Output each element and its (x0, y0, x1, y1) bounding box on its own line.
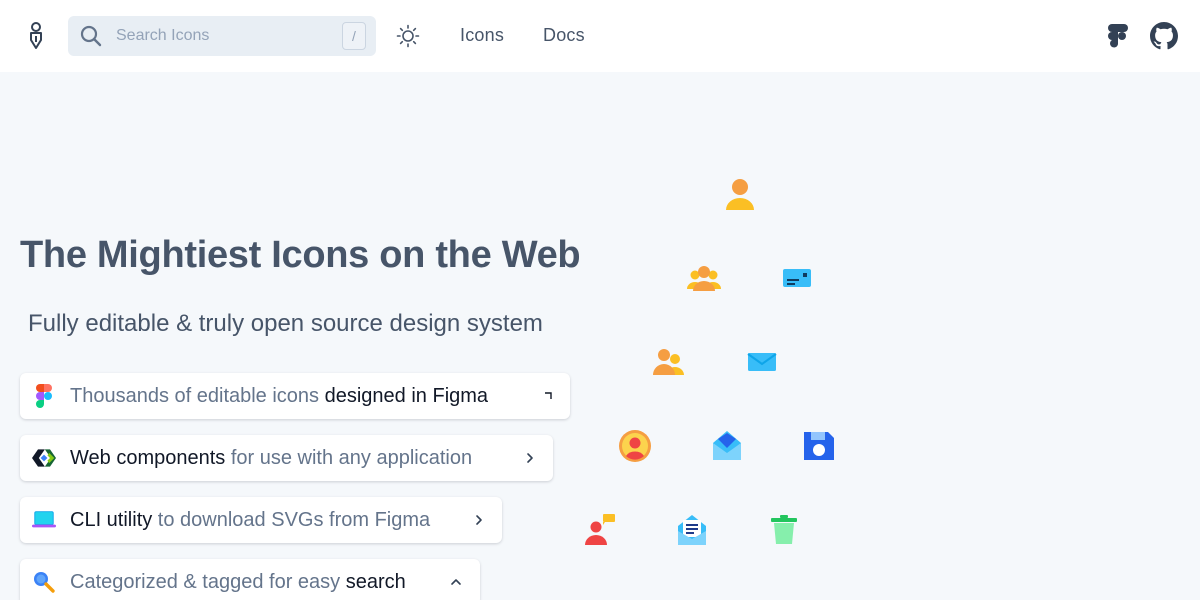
feature-search[interactable]: Categorized & tagged for easy search (20, 559, 480, 600)
feature-text: Categorized & tagged for easy search (70, 571, 406, 593)
chevron-right-icon (522, 450, 538, 466)
user-chat-icon (585, 514, 615, 545)
feature-text: CLI utility to download SVGs from Figma (70, 509, 431, 531)
id-card-icon (783, 269, 811, 287)
search-icon (80, 25, 102, 47)
search-input[interactable] (116, 16, 346, 56)
feature-figma[interactable]: Thousands of editable icons designed in … (20, 373, 570, 419)
feature-text: Thousands of editable icons designed in … (70, 385, 489, 407)
github-icon[interactable] (1150, 22, 1178, 50)
logo-icon[interactable] (24, 20, 48, 52)
icon-showcase (560, 160, 1200, 600)
nav-docs-link[interactable]: Docs (543, 25, 585, 46)
chevron-right-icon (471, 512, 487, 528)
search-shortcut-key: / (342, 22, 366, 50)
user-icon (726, 179, 754, 210)
mail-open-icon (713, 431, 741, 460)
chevron-up-icon (448, 574, 464, 590)
web-components-icon (32, 446, 56, 470)
mail-icon (747, 353, 777, 371)
figma-icon (32, 384, 56, 408)
user-circle-icon (619, 430, 651, 462)
sun-icon[interactable] (396, 24, 420, 48)
floppy-disk-icon (804, 432, 834, 460)
figma-icon[interactable] (1108, 24, 1128, 48)
search-box[interactable] (68, 16, 376, 56)
users-group-icon (687, 266, 721, 291)
feature-cli[interactable]: CLI utility to download SVGs from Figma (20, 497, 502, 543)
users-icon (653, 349, 684, 375)
feature-text: Web components for use with any applicat… (70, 447, 473, 469)
laptop-icon (32, 508, 56, 532)
top-header: / Icons Docs (0, 0, 1200, 72)
nav-icons-link[interactable]: Icons (460, 25, 504, 46)
feature-web-components[interactable]: Web components for use with any applicat… (20, 435, 553, 481)
external-link-icon (540, 388, 556, 404)
hero-subtitle: Fully editable & truly open source desig… (28, 310, 543, 337)
hero-title: The Mightiest Icons on the Web (20, 234, 581, 276)
magnifier-icon (32, 570, 56, 594)
trash-icon (771, 515, 797, 544)
mail-document-icon (678, 515, 706, 545)
